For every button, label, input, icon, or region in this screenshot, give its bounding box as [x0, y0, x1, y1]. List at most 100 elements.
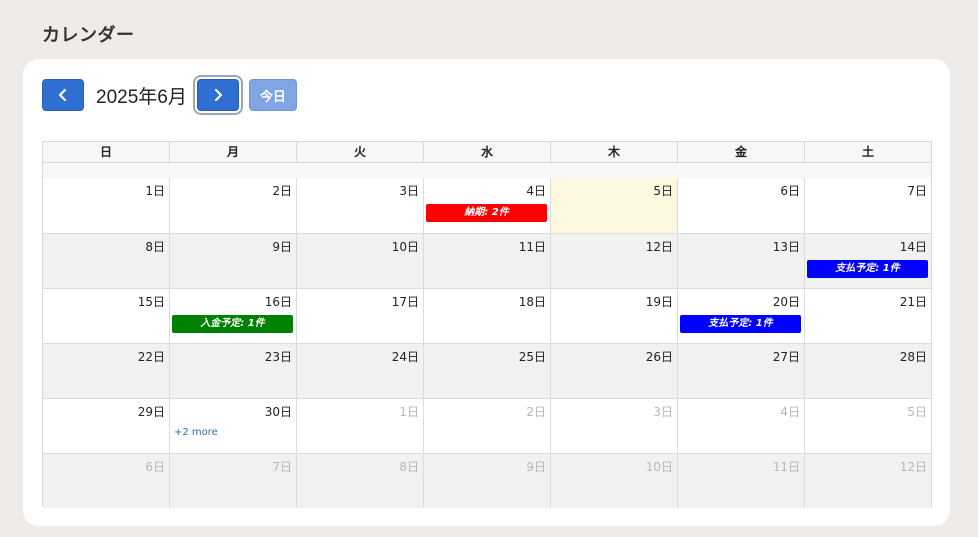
day-number[interactable]: 23日	[265, 348, 292, 365]
day-number[interactable]: 5日	[907, 403, 927, 420]
calendar-card: 2025年6月 今日 日 月 火 水 木 金 土 1日 2日 3日 4日 納期: 2件 5…	[23, 59, 950, 526]
day-cell[interactable]: 6日	[43, 454, 169, 508]
day-cell[interactable]: 29日	[43, 399, 169, 453]
calendar-event[interactable]: 支払予定: 1件	[807, 260, 928, 278]
weeks-container: 1日 2日 3日 4日 納期: 2件 5日 6日 7日 8日 9日 10日 11日 12日 13日 14日支…	[43, 178, 931, 508]
day-number[interactable]: 7日	[272, 458, 292, 475]
day-cell[interactable]: 2日	[169, 178, 296, 233]
day-number[interactable]: 18日	[519, 293, 546, 310]
day-cell[interactable]: 12日	[804, 454, 931, 508]
next-month-button[interactable]	[196, 79, 239, 111]
day-number[interactable]: 4日	[780, 403, 800, 420]
day-cell[interactable]: 19日	[550, 289, 677, 343]
day-number[interactable]: 24日	[392, 348, 419, 365]
day-number[interactable]: 11日	[519, 238, 546, 255]
day-number[interactable]: 6日	[780, 182, 800, 199]
day-number[interactable]: 9日	[526, 458, 546, 475]
day-cell[interactable]: 10日	[296, 234, 423, 288]
day-cell[interactable]: 6日	[677, 178, 804, 233]
month-title: 2025年6月	[96, 86, 187, 108]
day-cell[interactable]: 11日	[677, 454, 804, 508]
day-number[interactable]: 10日	[646, 458, 673, 475]
day-cell[interactable]: 30日 +2 more	[169, 399, 296, 453]
day-number[interactable]: 21日	[900, 293, 927, 310]
day-number[interactable]: 4日	[526, 182, 546, 199]
day-number[interactable]: 29日	[138, 403, 165, 420]
day-cell[interactable]: 9日	[169, 234, 296, 288]
calendar-week-row: 15日 16日 入金予定: 1件 17日 18日 19日 20日 支払予定: 1件 21日	[43, 288, 931, 343]
day-cell[interactable]: 21日	[804, 289, 931, 343]
day-number[interactable]: 12日	[646, 238, 673, 255]
day-number[interactable]: 1日	[399, 403, 419, 420]
day-number[interactable]: 8日	[145, 238, 165, 255]
day-cell[interactable]: 23日	[169, 344, 296, 398]
day-number[interactable]: 2日	[526, 403, 546, 420]
day-cell[interactable]: 11日	[423, 234, 550, 288]
day-number[interactable]: 19日	[646, 293, 673, 310]
day-number[interactable]: 10日	[392, 238, 419, 255]
all-day-row	[43, 163, 931, 178]
day-cell[interactable]: 18日	[423, 289, 550, 343]
day-cell[interactable]: 1日	[43, 178, 169, 233]
day-cell[interactable]: 22日	[43, 344, 169, 398]
day-number[interactable]: 8日	[399, 458, 419, 475]
day-number[interactable]: 25日	[519, 348, 546, 365]
day-cell[interactable]: 7日	[804, 178, 931, 233]
day-cell[interactable]: 4日	[677, 399, 804, 453]
more-events-link[interactable]: +2 more	[174, 427, 218, 438]
day-cell[interactable]: 8日	[296, 454, 423, 508]
day-cell[interactable]: 28日	[804, 344, 931, 398]
day-number[interactable]: 5日	[653, 182, 673, 199]
calendar-event[interactable]: 入金予定: 1件	[172, 315, 293, 333]
day-number[interactable]: 22日	[138, 348, 165, 365]
prev-month-button[interactable]	[42, 79, 84, 111]
day-number[interactable]: 16日	[265, 293, 292, 310]
day-number[interactable]: 11日	[773, 458, 800, 475]
day-number[interactable]: 27日	[773, 348, 800, 365]
calendar-event[interactable]: 支払予定: 1件	[680, 315, 801, 333]
day-number[interactable]: 15日	[138, 293, 165, 310]
day-number[interactable]: 6日	[145, 458, 165, 475]
day-number[interactable]: 13日	[773, 238, 800, 255]
day-cell[interactable]: 24日	[296, 344, 423, 398]
day-cell[interactable]: 12日	[550, 234, 677, 288]
day-number[interactable]: 7日	[907, 182, 927, 199]
day-cell[interactable]: 1日	[296, 399, 423, 453]
day-number[interactable]: 20日	[773, 293, 800, 310]
day-cell[interactable]: 16日入金予定: 1件	[169, 289, 296, 343]
day-number[interactable]: 3日	[399, 182, 419, 199]
day-number[interactable]: 28日	[900, 348, 927, 365]
day-cell[interactable]: 4日納期: 2件	[423, 178, 550, 233]
day-number[interactable]: 17日	[392, 293, 419, 310]
day-number[interactable]: 14日	[900, 238, 927, 255]
day-cell[interactable]: 8日	[43, 234, 169, 288]
day-cell[interactable]: 14日支払予定: 1件	[804, 234, 931, 288]
day-number[interactable]: 2日	[272, 182, 292, 199]
day-cell[interactable]: 3日	[296, 178, 423, 233]
day-cell[interactable]: 25日	[423, 344, 550, 398]
day-cell[interactable]: 5日	[804, 399, 931, 453]
day-cell[interactable]: 3日	[550, 399, 677, 453]
day-cell[interactable]: 9日	[423, 454, 550, 508]
day-number[interactable]: 3日	[653, 403, 673, 420]
calendar-event[interactable]: 納期: 2件	[426, 204, 547, 222]
day-number[interactable]: 12日	[900, 458, 927, 475]
day-number[interactable]: 1日	[145, 182, 165, 199]
day-cell[interactable]: 10日	[550, 454, 677, 508]
month-grid: 日 月 火 水 木 金 土 1日 2日 3日 4日 納期: 2件 5日 6日 7日 8日 9日 10…	[42, 141, 932, 508]
day-cell-today[interactable]: 5日	[550, 178, 677, 233]
day-number[interactable]: 9日	[272, 238, 292, 255]
day-cell[interactable]: 15日	[43, 289, 169, 343]
today-button[interactable]: 今日	[248, 79, 297, 111]
day-number[interactable]: 30日	[265, 403, 292, 420]
day-cell[interactable]: 26日	[550, 344, 677, 398]
day-cell[interactable]: 17日	[296, 289, 423, 343]
day-cell[interactable]: 20日支払予定: 1件	[677, 289, 804, 343]
day-cell[interactable]: 2日	[423, 399, 550, 453]
day-cell[interactable]: 7日	[169, 454, 296, 508]
day-number[interactable]: 26日	[646, 348, 673, 365]
day-cell[interactable]: 27日	[677, 344, 804, 398]
weekday-sat: 土	[804, 142, 931, 162]
day-cell[interactable]: 13日	[677, 234, 804, 288]
calendar-week-row: 6日 7日 8日 9日 10日 11日 12日	[43, 453, 931, 508]
